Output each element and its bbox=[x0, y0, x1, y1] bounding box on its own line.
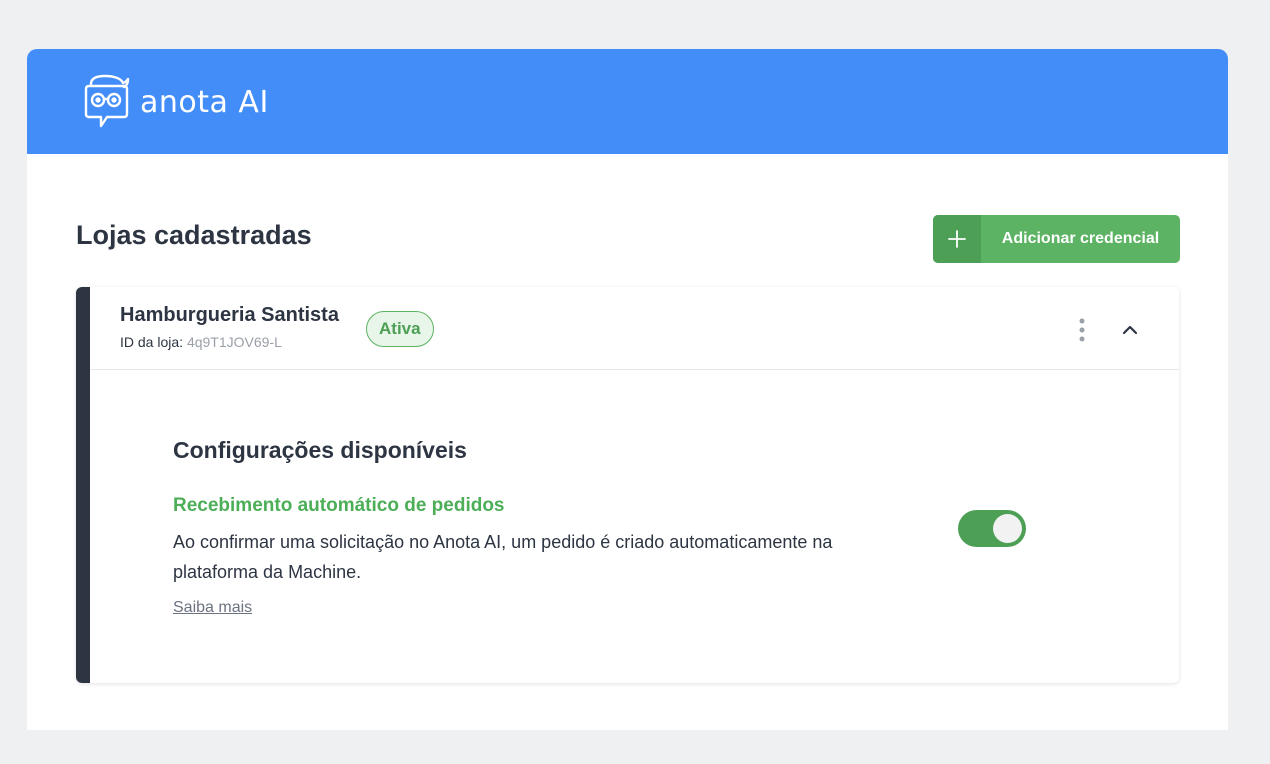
app-header: anota AI bbox=[27, 49, 1228, 154]
toggle-knob bbox=[993, 514, 1022, 543]
chevron-up-icon[interactable] bbox=[1120, 320, 1140, 340]
store-name: Hamburgueria Santista bbox=[120, 304, 339, 326]
store-id-value: 4q9T1JOV69-L bbox=[186, 334, 282, 350]
kebab-icon[interactable] bbox=[1078, 317, 1086, 343]
logo[interactable]: anota AI bbox=[83, 74, 269, 130]
add-credential-label: Adicionar credencial bbox=[1001, 230, 1160, 247]
learn-more-link[interactable]: Saiba mais bbox=[173, 599, 252, 617]
status-badge: Ativa bbox=[366, 311, 434, 347]
store-id-label: ID da loja: bbox=[120, 334, 184, 350]
store-card-header: Hamburgueria Santista ID da loja: 4q9T1J… bbox=[90, 287, 1179, 370]
settings-section-title: Configurações disponíveis bbox=[173, 437, 467, 463]
setting-description: Ao confirmar uma solicitação no Anota AI… bbox=[173, 532, 833, 582]
page-title: Lojas cadastradas bbox=[76, 220, 312, 250]
store-id: ID da loja: 4q9T1JOV69-L bbox=[120, 334, 282, 350]
store-card: Hamburgueria Santista ID da loja: 4q9T1J… bbox=[76, 287, 1179, 683]
setting-title: Recebimento automático de pedidos bbox=[173, 495, 505, 516]
logo-text: anota AI bbox=[140, 84, 269, 120]
auto-orders-toggle[interactable] bbox=[958, 510, 1026, 547]
owl-glasses-chat-icon bbox=[83, 74, 130, 130]
card-accent-bar bbox=[76, 287, 90, 683]
plus-icon bbox=[933, 215, 981, 263]
add-credential-button[interactable]: Adicionar credencial bbox=[933, 215, 1180, 263]
